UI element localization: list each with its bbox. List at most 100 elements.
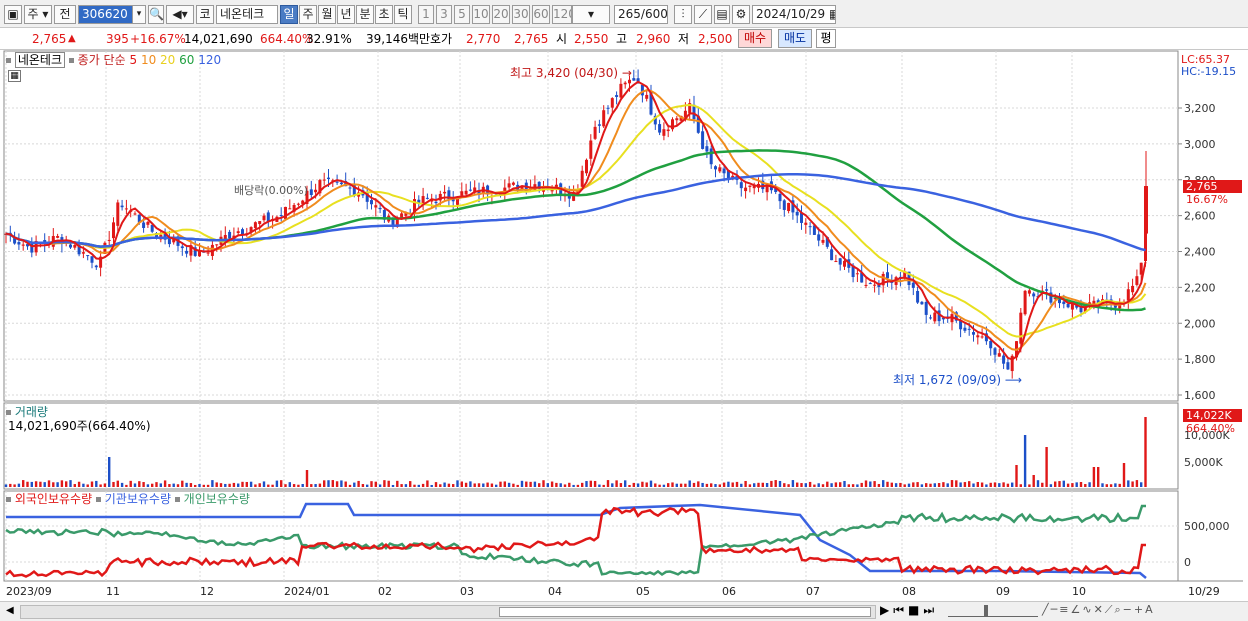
save-icon[interactable]: ▤: [714, 5, 730, 24]
volume-bar: [361, 484, 365, 487]
period-1[interactable]: 주: [299, 5, 317, 24]
volume-bar: [1101, 483, 1104, 487]
candle-body: [1062, 301, 1066, 305]
candle-body: [924, 301, 928, 315]
volume-bar: [998, 483, 1001, 487]
volume-bar: [658, 484, 661, 487]
volume-bar: [464, 482, 468, 487]
period-2[interactable]: 월: [318, 5, 336, 24]
candle-body: [864, 284, 868, 286]
candle-icon[interactable]: ⫶: [674, 5, 692, 24]
count-field[interactable]: 265/600: [614, 5, 668, 24]
volume-bar: [791, 480, 795, 487]
period-3[interactable]: 년: [337, 5, 355, 24]
interval-10[interactable]: 10: [472, 5, 490, 24]
volume-bar: [731, 482, 734, 487]
interval-select[interactable]: ▾: [572, 5, 610, 24]
volume-bar: [460, 481, 463, 487]
wave-tool-icon[interactable]: ∿: [1082, 603, 1093, 616]
code-dropdown-icon[interactable]: ▾: [132, 5, 146, 24]
candle-body: [56, 236, 60, 238]
buy-button[interactable]: 매수: [738, 29, 772, 48]
stock-name-field[interactable]: 네온테크: [216, 5, 278, 24]
scrollbar-thumb[interactable]: [499, 607, 871, 617]
candle-body: [593, 126, 597, 139]
candle-body: [589, 140, 593, 159]
period-4[interactable]: 분: [356, 5, 374, 24]
volume-bar: [980, 482, 984, 487]
zoom-slider-handle[interactable]: [984, 605, 988, 617]
market-select[interactable]: 주 ▾: [24, 5, 52, 24]
candle-body: [456, 198, 459, 205]
zoom-slider[interactable]: [948, 605, 1038, 617]
sell-button[interactable]: 매도: [778, 29, 812, 48]
candle-body: [185, 250, 189, 254]
volume-bar: [581, 482, 584, 487]
interval-30[interactable]: 30: [512, 5, 530, 24]
candle-body: [709, 148, 713, 165]
fib-tool-icon[interactable]: ≡: [1059, 603, 1070, 616]
candle-body: [322, 179, 326, 181]
period-6[interactable]: 틱: [394, 5, 412, 24]
volume-bar: [813, 484, 816, 487]
chart-canvas[interactable]: 3,2003,0002,8002,6002,4002,2002,0001,800…: [0, 50, 1248, 601]
magnify-icon[interactable]: ⌕: [1114, 603, 1122, 617]
angle-tool-icon[interactable]: ∠: [1070, 603, 1082, 616]
cross-tool-icon[interactable]: ✕: [1094, 603, 1105, 616]
volume-bar: [482, 483, 485, 487]
candle-body: [714, 166, 717, 170]
period-0[interactable]: 일: [280, 5, 298, 24]
chart-area[interactable]: 3,2003,0002,8002,6002,4002,2002,0001,800…: [0, 50, 1248, 601]
period-5[interactable]: 초: [375, 5, 393, 24]
zoom-in-icon[interactable]: +: [1134, 603, 1145, 616]
volume-bar: [1054, 481, 1057, 487]
rewind-icon[interactable]: ⏮: [893, 603, 908, 618]
volume-bar: [774, 480, 777, 487]
volume-bar: [447, 483, 451, 487]
x-tick-label: 10: [1072, 585, 1086, 598]
date-field[interactable]: 2024/10/29 ▦: [752, 5, 836, 24]
play-icon[interactable]: ▶: [880, 603, 893, 617]
candle-body: [658, 124, 662, 133]
hline-tool-icon[interactable]: ─: [1051, 603, 1060, 616]
candle-body: [933, 312, 937, 322]
eval-button[interactable]: 평: [816, 29, 836, 48]
interval-5[interactable]: 5: [454, 5, 470, 24]
scroll-left-icon[interactable]: ◀: [6, 605, 14, 616]
prev-button[interactable]: 전: [54, 5, 76, 24]
stop-icon[interactable]: ■: [908, 603, 923, 617]
candle-body: [597, 124, 601, 126]
scrollbar-track[interactable]: [20, 605, 876, 619]
layout-icon[interactable]: ▣: [4, 5, 22, 24]
interval-1[interactable]: 1: [418, 5, 434, 24]
speaker-icon[interactable]: ◀▾: [166, 5, 194, 24]
draw-icon[interactable]: ⟋: [694, 5, 712, 24]
volume-bar: [73, 484, 76, 487]
forward-icon[interactable]: ⏭: [923, 603, 938, 618]
volume-bar: [1075, 482, 1078, 487]
volume-bar: [305, 470, 309, 487]
volume-bar: [228, 483, 231, 487]
volume-bar: [628, 484, 631, 487]
interval-3[interactable]: 3: [436, 5, 452, 24]
interval-60[interactable]: 60: [532, 5, 550, 24]
open-value: 2,550: [574, 32, 609, 46]
zoom-out-icon[interactable]: −: [1123, 603, 1134, 616]
candle-body: [675, 118, 679, 121]
trend-tool-icon[interactable]: ⟋: [1105, 603, 1115, 617]
volume-bar: [890, 482, 893, 487]
volume-bar: [17, 483, 21, 487]
volume-bar: [959, 482, 962, 487]
volume-bar: [374, 481, 377, 487]
volume-bar: [477, 483, 481, 487]
volume-bar: [241, 481, 244, 487]
text-tool-icon[interactable]: A: [1145, 603, 1155, 616]
gear-icon[interactable]: ⚙: [732, 5, 750, 24]
line-tool-icon[interactable]: ╱: [1042, 603, 1051, 616]
volume-bar: [602, 484, 605, 487]
table-icon[interactable]: ▦: [8, 70, 21, 82]
type-button[interactable]: 코: [196, 5, 214, 24]
search-icon[interactable]: 🔍: [148, 5, 164, 24]
interval-120[interactable]: 120: [552, 5, 572, 24]
interval-20[interactable]: 20: [492, 5, 510, 24]
